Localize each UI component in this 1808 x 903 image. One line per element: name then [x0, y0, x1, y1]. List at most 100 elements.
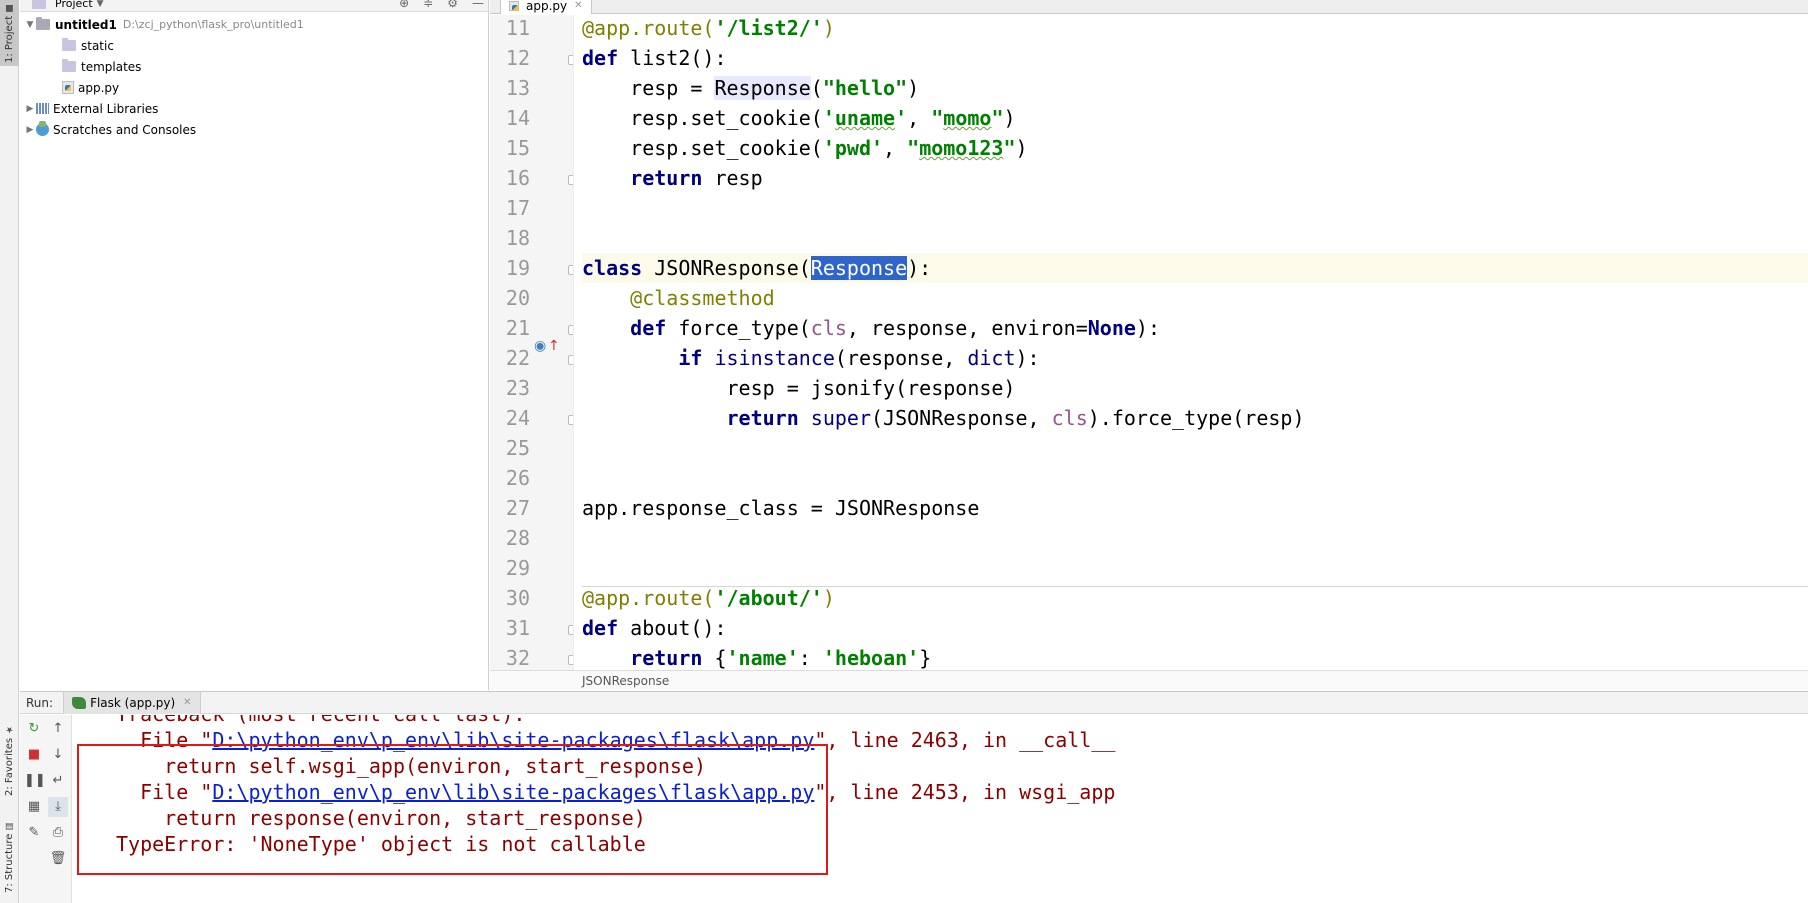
- pin-icon[interactable]: ✎: [24, 823, 44, 843]
- tree-item-label: Scratches and Consoles: [53, 122, 197, 137]
- code-line-12: def list2():: [582, 46, 727, 70]
- fold-marker-icon[interactable]: [568, 625, 573, 635]
- code-editor: app.py ✕ 11 12 13 14 15 16 17 18 19 20 2…: [490, 0, 1808, 690]
- tree-item-static[interactable]: static: [62, 35, 114, 56]
- project-icon: [32, 0, 46, 9]
- project-view-selector[interactable]: Project ▼: [32, 0, 104, 10]
- project-panel-header: Project ▼ ⊕ ≑ ⚙ —: [20, 0, 488, 12]
- scroll-to-end-icon[interactable]: ⤓: [48, 797, 68, 817]
- fold-marker-icon[interactable]: [568, 175, 573, 185]
- code-line-32: return {'name': 'heboan'}: [630, 646, 932, 670]
- code-token: 'heboan': [822, 646, 920, 670]
- console-text: ", line 2463, in __call__: [814, 728, 1116, 752]
- code-line-11: @app.route('/list2/'): [582, 15, 1808, 43]
- fold-marker-icon[interactable]: [568, 655, 573, 665]
- favorites-tool-tab[interactable]: 2: Favorites ★: [0, 715, 19, 805]
- print-icon[interactable]: ⎙: [48, 823, 68, 843]
- console-text: ", line 2453, in wsgi_app: [814, 780, 1116, 804]
- python-file-icon: [62, 81, 74, 94]
- code-line-19-current: class JSONResponse(Response):: [582, 253, 1808, 283]
- collapse-all-icon[interactable]: ≑: [423, 0, 433, 10]
- trash-icon[interactable]: 🗑: [48, 849, 68, 869]
- code-token: '/list2/': [714, 16, 823, 40]
- line-number: 32: [505, 646, 530, 670]
- arrow-up-icon[interactable]: ↑: [548, 331, 560, 361]
- code-token: return: [630, 166, 703, 190]
- breadcrumb[interactable]: JSONResponse: [490, 670, 1808, 690]
- run-tab-flask[interactable]: Flask (app.py) ✕: [63, 691, 201, 714]
- root-folder-path: D:\zcj_python\flask_pro\untitled1: [122, 18, 304, 31]
- code-token: 'name': [726, 646, 799, 670]
- tree-item-app-py[interactable]: app.py: [62, 77, 119, 98]
- gear-icon[interactable]: ⚙: [447, 0, 458, 10]
- fold-marker-icon[interactable]: [568, 265, 573, 275]
- code-token: cls: [810, 316, 847, 340]
- breadcrumb-item[interactable]: JSONResponse: [582, 674, 669, 688]
- soft-wrap-icon[interactable]: ↵: [48, 771, 68, 791]
- code-token: def: [582, 46, 619, 70]
- stop-icon[interactable]: ■: [24, 745, 44, 765]
- code-token: return: [726, 406, 799, 430]
- code-token: def: [582, 616, 619, 640]
- line-number: 30: [505, 586, 530, 610]
- code-area[interactable]: @app.route('/list2/') def list2(): resp …: [582, 15, 1808, 670]
- python-file-icon: [509, 0, 519, 11]
- line-number: 29: [505, 556, 530, 580]
- pause-icon[interactable]: ❚❚: [24, 771, 46, 791]
- fold-marker-icon[interactable]: [568, 355, 573, 365]
- code-token: return: [630, 646, 703, 670]
- scratches-icon: [36, 121, 49, 136]
- editor-tab-bar: app.py ✕: [490, 0, 1808, 14]
- project-tool-tab[interactable]: 1: Project ■: [0, 0, 19, 66]
- editor-gutter: 11 12 13 14 15 16 17 18 19 20 21 22 23 2…: [490, 15, 574, 670]
- line-number: 15: [505, 136, 530, 160]
- code-token: @classmethod: [630, 286, 775, 310]
- line-number: 23: [505, 376, 530, 400]
- tree-item-templates[interactable]: templates: [62, 56, 141, 77]
- folder-icon: [36, 17, 50, 30]
- tree-item-scratches[interactable]: ▶ Scratches and Consoles: [24, 119, 196, 140]
- locate-icon[interactable]: ⊕: [399, 0, 409, 10]
- line-number: 26: [505, 466, 530, 490]
- editor-tab-app-py[interactable]: app.py ✕: [500, 0, 592, 14]
- folder-icon: [62, 38, 76, 51]
- line-number: 28: [505, 526, 530, 550]
- code-token: if: [678, 346, 703, 370]
- chevron-right-icon[interactable]: ▶: [24, 104, 36, 114]
- tree-item-external-libraries[interactable]: ▶ External Libraries: [24, 98, 159, 119]
- tree-item-label: templates: [81, 59, 142, 74]
- structure-tool-tab[interactable]: 7: Structure ▤: [0, 812, 19, 902]
- code-token: ): [822, 586, 835, 610]
- run-label: Run:: [26, 695, 54, 710]
- override-marker-icon[interactable]: ◉: [534, 331, 546, 361]
- fold-marker-icon[interactable]: [568, 325, 573, 335]
- arrow-up-icon[interactable]: ↑: [48, 719, 68, 739]
- tree-item-label: app.py: [78, 80, 120, 95]
- code-token: "hello": [822, 76, 908, 100]
- close-icon[interactable]: ✕: [574, 0, 582, 11]
- code-token: '/about/': [714, 586, 823, 610]
- console-line: Traceback (most recent call last):: [116, 715, 525, 727]
- chevron-down-icon[interactable]: ▼: [24, 20, 36, 30]
- chevron-right-icon[interactable]: ▶: [24, 125, 36, 135]
- rerun-icon[interactable]: ↻: [24, 719, 44, 739]
- star-icon: ★: [4, 724, 15, 735]
- code-token: super: [810, 406, 872, 430]
- tree-item-root[interactable]: ▼ untitled1 D:\zcj_python\flask_pro\unti…: [24, 14, 304, 35]
- minimize-icon[interactable]: —: [472, 0, 484, 10]
- highlight-annotation-box: [77, 744, 828, 875]
- code-line-27: app.response_class = JSONResponse: [582, 496, 980, 520]
- fold-marker-icon[interactable]: [568, 55, 573, 65]
- project-tool-tab-label: 1: Project: [4, 15, 15, 64]
- arrow-down-icon[interactable]: ↓: [48, 745, 68, 765]
- code-line-21: def force_type(cls, response, environ=No…: [630, 316, 1161, 340]
- fold-marker-icon[interactable]: [568, 415, 573, 425]
- code-line-24: return super(JSONResponse, cls).force_ty…: [726, 406, 1305, 430]
- close-icon[interactable]: ✕: [183, 697, 191, 708]
- line-number: 14: [505, 106, 530, 130]
- layout-icon[interactable]: ▦: [24, 797, 44, 817]
